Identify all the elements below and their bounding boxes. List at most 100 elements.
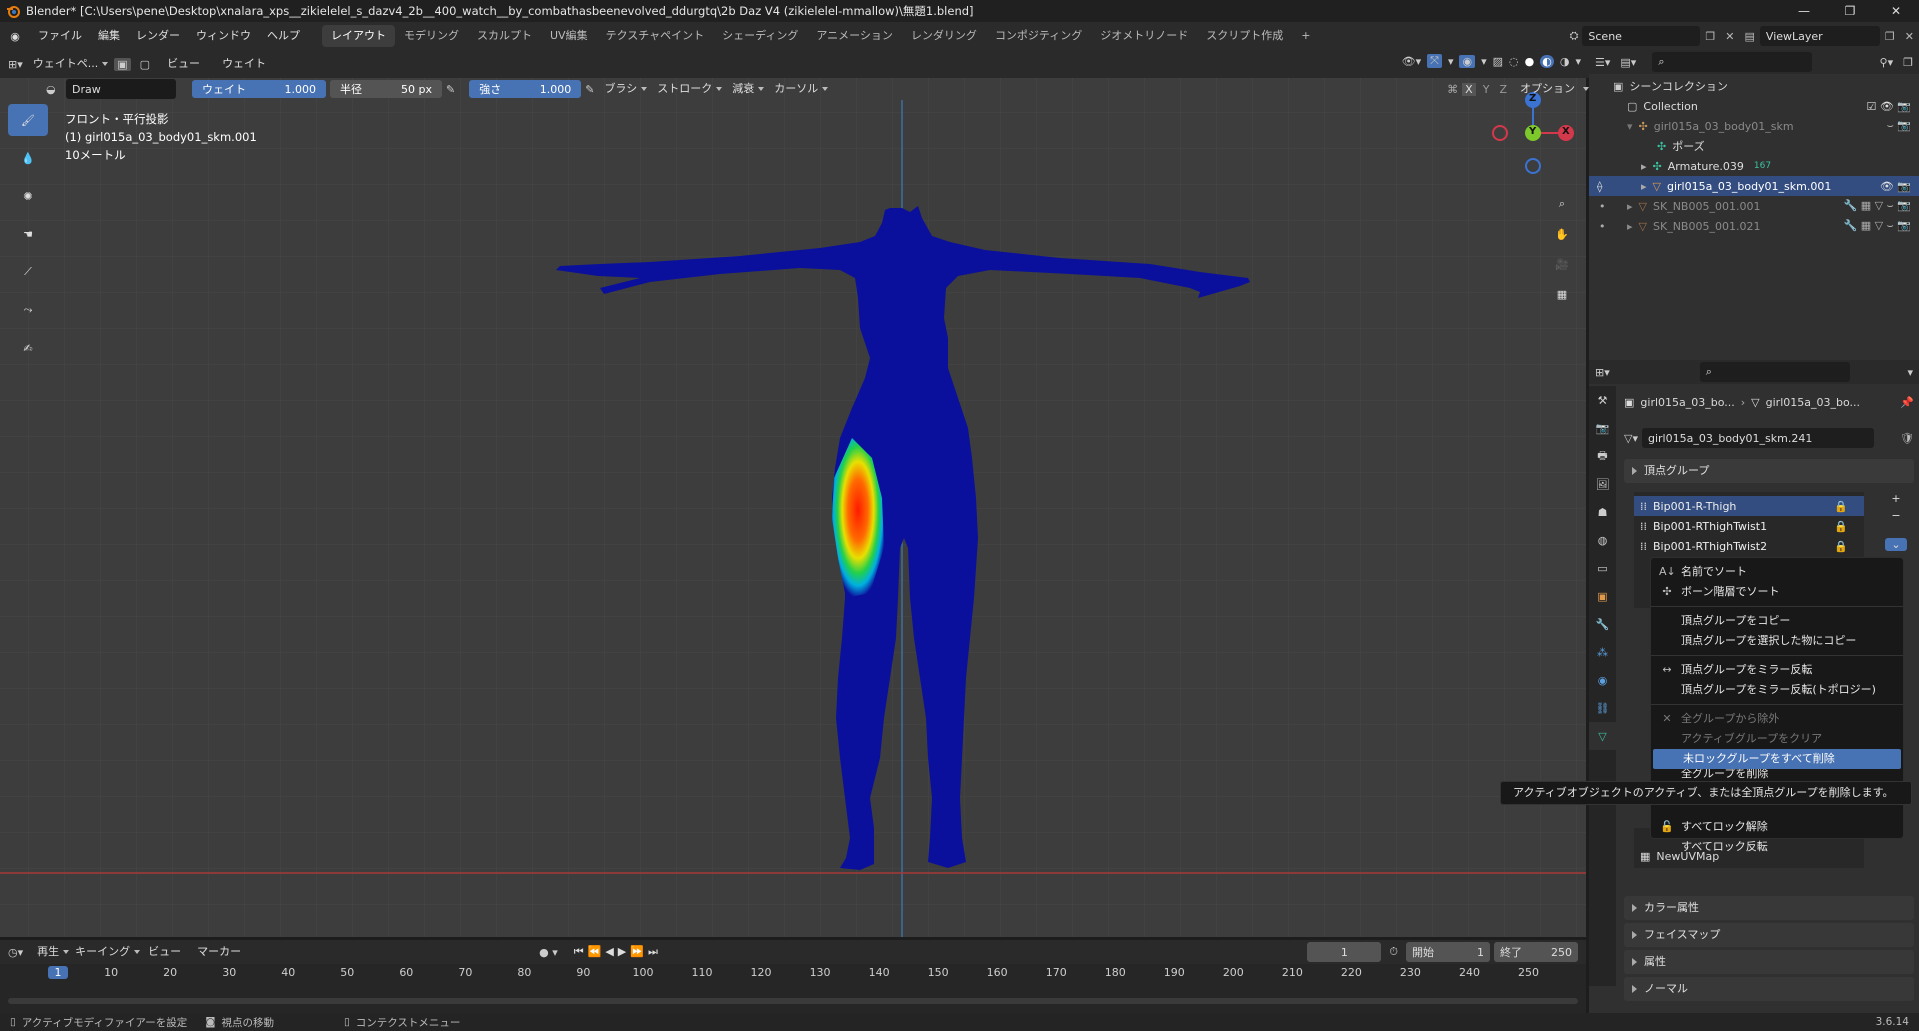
keying-dropdown[interactable]: キーイング [69,942,141,962]
tab-animation[interactable]: アニメーション [807,25,902,47]
menu-item-copy-to-selected[interactable]: 頂点グループを選択した物にコピー [1651,631,1903,651]
vertex-groups-title[interactable]: 頂点グループ [1624,459,1914,483]
mask-mode-icon[interactable]: ▣ [114,57,131,71]
view-layer-icon[interactable]: ▤ [1740,30,1760,43]
marker-menu[interactable]: マーカー [189,940,249,964]
add-workspace-button[interactable]: + [1292,25,1319,47]
vertex-group-specials-button[interactable]: ⌄ [1885,538,1907,551]
world-tab-icon[interactable]: ◍ [1589,526,1616,554]
outliner-item[interactable]: • ▸ ▽ SK_NB005_001.001 🔧 ▦ ▽ ⌣ 📷 [1589,196,1919,216]
3d-viewport[interactable]: フロント・平行投影 (1) girl015a_03_body01_skm.001… [0,78,1586,937]
grid-view-icon[interactable]: ▦ [1548,280,1576,308]
brush-dropdown[interactable]: ブラシ [598,79,648,99]
tab-sculpt[interactable]: スカルプト [468,25,541,47]
average-tool-icon[interactable]: ✺ [8,180,48,212]
camera-icon[interactable]: 🎥 [1548,250,1576,278]
visibility-toggles[interactable]: 👁 📷 [1880,180,1911,193]
section-normals[interactable]: ノーマル [1624,977,1914,1001]
annotate-tool-icon[interactable]: ✍ [8,332,48,364]
scene-tab-icon[interactable]: ☗ [1589,498,1616,526]
vertex-group-item[interactable]: ⁞⁞ Bip001-R-Thigh 🔒 [1634,496,1864,516]
overlay-dropdown-icon[interactable]: ▾ [1481,55,1487,68]
menu-render[interactable]: レンダー [128,22,188,50]
menu-item-invert-lock[interactable]: すべてロック反転 [1651,837,1903,857]
radius-slider[interactable]: 半径 50 px [330,80,442,98]
timeline[interactable]: 1 10 20 30 40 50 60 70 80 90 100 110 120 130 140 150 160… [0,964,1586,1014]
cursor-dropdown[interactable]: カーソル [768,79,829,99]
shading-wire-icon[interactable]: ◌ [1509,55,1519,68]
properties-search-input[interactable]: ⌕ [1699,362,1850,382]
tab-geometry-nodes[interactable]: ジオメトリノード [1091,25,1197,47]
collection-tab-icon[interactable]: ▭ [1589,554,1616,582]
remove-vertex-group-button[interactable]: − [1885,509,1907,522]
section-face-maps[interactable]: フェイスマップ [1624,923,1914,947]
menu-item-delete-all[interactable]: 全グループを削除 [1651,769,1903,779]
menu-item-unlock-all[interactable]: 🔓 すべてロック解除 [1651,817,1903,837]
scene-copy-icon[interactable]: ❐ [1700,30,1720,43]
scene-icon[interactable]: ⛭ [1566,29,1583,43]
tab-compositing[interactable]: コンポジティング [986,25,1091,47]
weight-slider[interactable]: ウェイト 1.000 [192,80,326,98]
menu-weight[interactable]: ウェイト [214,54,274,74]
view-layer-remove-icon[interactable]: ✕ [1900,30,1919,43]
menu-file[interactable]: ファイル [30,22,90,50]
vertex-groups-header[interactable]: 頂点グループ [1624,459,1914,483]
end-frame-field[interactable]: 終了 250 [1494,942,1578,962]
close-button[interactable]: ✕ [1873,0,1919,22]
lock-icon[interactable]: 🔒 [1834,500,1848,513]
sample-weight-icon[interactable]: ⟋ [8,256,48,288]
zoom-icon[interactable]: ⌕ [1548,190,1576,218]
scene-field[interactable]: Scene [1582,26,1701,46]
timeline-view-menu[interactable]: ビュー [140,940,189,964]
visibility-icon[interactable]: 👁▾ [1402,55,1422,68]
mesh-name-field[interactable]: girl015a_03_body01_skm.241 [1641,428,1874,448]
options-dropdown[interactable]: オプション [1514,79,1589,99]
outliner-scene-collection[interactable]: ▣ シーンコレクション [1589,76,1919,96]
lock-icon[interactable]: 🔒 [1834,520,1848,533]
current-frame-field[interactable]: 1 [1307,942,1382,962]
breadcrumb-object[interactable]: girl015a_03_bo... [1640,396,1734,409]
mirror-z-toggle[interactable]: Z [1496,83,1510,96]
visibility-toggles[interactable]: 🔧 ▦ ▽ ⌣ 📷 [1844,199,1911,213]
stroke-dropdown[interactable]: ストローク [651,79,723,99]
menu-item-copy-group[interactable]: 頂点グループをコピー [1651,611,1903,631]
strength-pressure-icon[interactable]: ✎ [585,83,594,96]
radius-pressure-icon[interactable]: ✎ [446,83,455,96]
breadcrumb-data[interactable]: girl015a_03_bo... [1766,396,1860,409]
outliner-item[interactable]: ▾ ✣ girl015a_03_body01_skm ⌣ 📷 [1589,116,1919,136]
tab-modeling[interactable]: モデリング [395,25,468,47]
pin-icon[interactable]: 📌 [1900,396,1914,409]
playback-controls[interactable]: ⏮⏪◀▶⏩⏭ [574,945,662,959]
timeline-editor-icon[interactable]: ◷▾ [0,946,31,959]
play-dropdown[interactable]: 再生 [31,942,70,962]
shading-dropdown-icon[interactable]: ▾ [1575,55,1581,68]
menu-item-remove-from-all[interactable]: ✕ 全グループから除外 [1651,709,1903,729]
new-collection-icon[interactable]: ❐ [1903,56,1913,69]
visibility-toggles[interactable]: ⌣ 📷 [1887,119,1911,133]
tab-scripting[interactable]: スクリプト作成 [1197,25,1292,47]
tab-rendering[interactable]: レンダリング [902,25,986,47]
menu-view[interactable]: ビュー [159,54,208,74]
smear-tool-icon[interactable]: ☚ [8,218,48,250]
view-layer-copy-icon[interactable]: ❐ [1880,30,1900,43]
timeline-scrollbar[interactable] [8,998,1578,1004]
menu-item-mirror[interactable]: ↔ 頂点グループをミラー反転 [1651,660,1903,680]
outliner-item[interactable]: ✣ ポーズ [1589,136,1919,156]
outliner-item[interactable]: • ▸ ▽ SK_NB005_001.021 🔧 ▦ ▽ ⌣ 📷 [1589,216,1919,236]
editor-type-icon[interactable]: ⊞▾ [8,58,23,71]
menu-item-sort-bone[interactable]: ✣ ボーン階層でソート [1651,582,1903,602]
menu-item-sort-name[interactable]: A↓ 名前でソート [1651,562,1903,582]
shading-solid-icon[interactable]: ● [1525,55,1535,68]
brush-name-field[interactable]: Draw [66,79,176,99]
view-layer-tab-icon[interactable]: 🖼 [1589,470,1616,498]
overlay-toggle-icon[interactable]: ◉ [1459,54,1476,68]
outliner-item-active[interactable]: ⟠ ▸ ▽ girl015a_03_body01_skm.001 👁 📷 [1589,176,1919,196]
navigation-gizmo[interactable]: Z Y X [1488,88,1578,178]
maximize-button[interactable]: ❐ [1827,0,1873,22]
shading-material-icon[interactable]: ◐ [1540,54,1554,68]
shading-render-icon[interactable]: ◑ [1560,55,1570,68]
outliner-collection[interactable]: ▢ Collection ☑ 👁 📷 [1589,96,1919,116]
falloff-dropdown[interactable]: 減衰 [726,79,765,99]
vertex-select-icon[interactable]: ▢ [137,58,153,71]
mirror-x-toggle[interactable]: X [1462,82,1476,96]
